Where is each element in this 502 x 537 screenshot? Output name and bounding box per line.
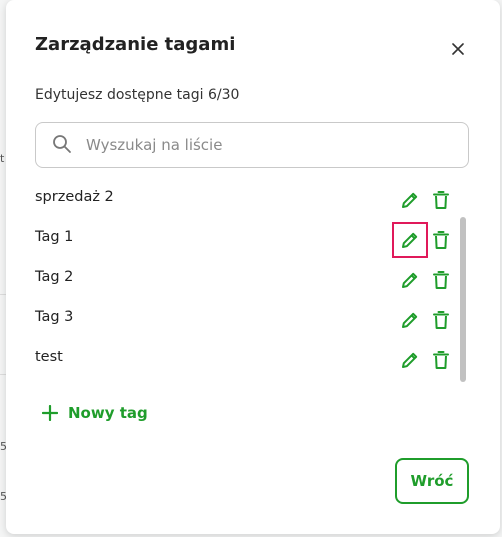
dialog-title: Zarządzanie tagami: [35, 34, 236, 55]
delete-tag-button[interactable]: [432, 229, 450, 251]
list-item: sprzedaż 2: [35, 180, 455, 220]
list-item: Tag 1: [35, 220, 455, 260]
edit-tag-button[interactable]: [400, 190, 420, 210]
pencil-icon: [402, 352, 418, 368]
pencil-icon: [402, 192, 418, 208]
delete-tag-button[interactable]: [432, 269, 450, 291]
plus-icon: [42, 405, 58, 421]
tag-label: Tag 1: [35, 229, 74, 245]
tag-label: Tag 2: [35, 269, 74, 285]
search-input[interactable]: [84, 135, 448, 155]
search-box: [35, 122, 469, 168]
add-tag-button[interactable]: Nowy tag: [42, 404, 148, 422]
list-item: Tag 2: [35, 260, 455, 300]
edit-tag-button[interactable]: [400, 310, 420, 330]
trash-icon: [433, 271, 449, 289]
close-icon: [452, 43, 464, 55]
list-item: Tag 3: [35, 300, 455, 340]
delete-tag-button[interactable]: [432, 309, 450, 331]
trash-icon: [433, 351, 449, 369]
edit-tag-button[interactable]: [400, 270, 420, 290]
pencil-icon: [402, 312, 418, 328]
delete-tag-button[interactable]: [432, 189, 450, 211]
tag-label: sprzedaż 2: [35, 189, 114, 205]
search-icon: [52, 134, 74, 156]
tag-management-dialog: Zarządzanie tagami Edytujesz dostępne ta…: [6, 0, 500, 534]
pencil-icon: [402, 272, 418, 288]
back-button[interactable]: Wróć: [395, 458, 469, 504]
trash-icon: [433, 231, 449, 249]
delete-tag-button[interactable]: [432, 349, 450, 371]
background-text: t: [0, 152, 5, 165]
close-button[interactable]: [446, 37, 470, 61]
trash-icon: [433, 191, 449, 209]
tags-count-text: Edytujesz dostępne tagi 6/30: [35, 87, 240, 103]
tag-label: Tag 3: [35, 309, 74, 325]
tag-label: test: [35, 349, 63, 365]
edit-tag-button[interactable]: [400, 350, 420, 370]
edit-tag-button[interactable]: [392, 222, 428, 258]
pencil-icon: [402, 232, 418, 248]
trash-icon: [433, 311, 449, 329]
list-scrollbar[interactable]: [460, 217, 466, 382]
tag-list: sprzedaż 2 Tag 1 Tag 2 Tag 3 test: [35, 180, 455, 380]
list-item: test: [35, 340, 455, 380]
add-tag-label: Nowy tag: [68, 404, 148, 422]
